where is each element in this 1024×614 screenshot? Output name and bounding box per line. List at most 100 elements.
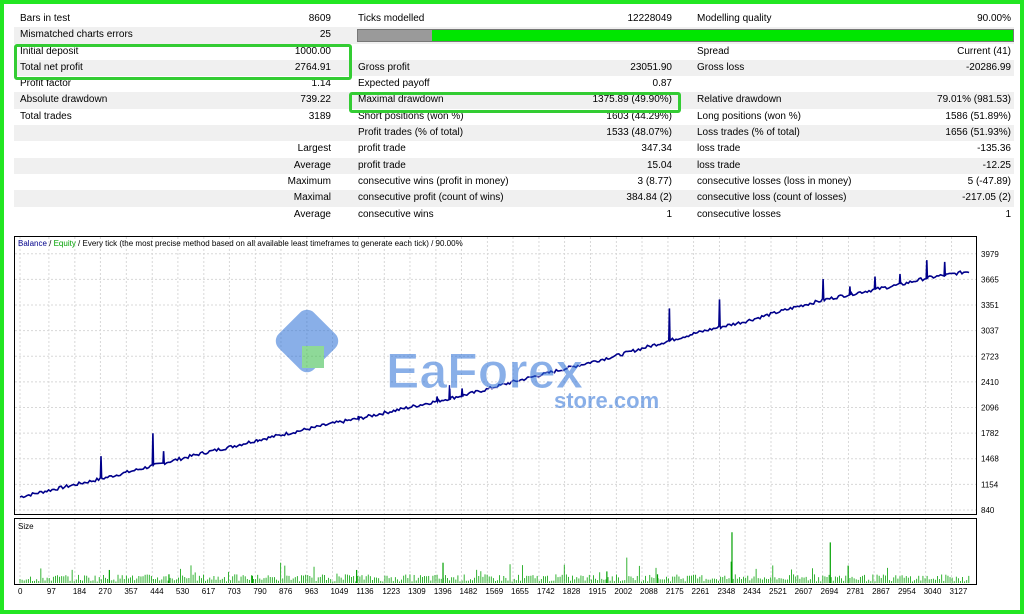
stat-label: consecutive losses [697,208,781,220]
stats-row: Absolute drawdown 739.22 Maximal drawdown 1… [14,92,1014,109]
stat-value: 1603 (44.29%) [606,110,672,122]
x-tick-label: 617 [202,587,216,596]
stat-label: Gross profit [358,61,410,73]
x-tick-label: 2781 [846,587,864,596]
chart-svg: 840 1154 1468 1782 2096 2410 2723 3037 3351 3665 3… [14,236,999,596]
stat-value: 1000.00 [294,45,331,57]
modelling-quality-gap [358,30,432,42]
modelling-quality-bar [357,29,1014,43]
report-frame: Bars in test 8609 Ticks modelled 12228049 Mo… [0,0,1024,614]
y-tick-label: 1782 [981,429,999,438]
stat-label: Absolute drawdown [20,94,108,106]
stat-label: consecutive wins (profit in money) [358,175,509,187]
stat-label: Spread [697,45,730,57]
x-tick-label: 2867 [872,587,890,596]
stat-value: 739.22 [300,94,331,106]
x-tick-label: 2521 [769,587,787,596]
stat-label: Short positions (won %) [358,110,464,122]
legend-separator: / [47,239,54,248]
stats-row: Average profit trade 15.04 loss trade -12.25 [14,157,1014,174]
stat-label: Total trades [20,110,72,122]
x-tick-label: 530 [176,587,190,596]
stats-table: Bars in test 8609 Ticks modelled 12228049 Mo… [14,11,1014,223]
y-tick-label: 2096 [981,403,999,412]
x-tick-label: 2434 [743,587,761,596]
stat-label: profit trade [358,159,406,171]
stat-label: loss trade [697,159,741,171]
balance-chart: 840 1154 1468 1782 2096 2410 2723 3037 3351 3665 3… [14,236,1016,602]
stat-label: Long positions (won %) [697,110,801,122]
stat-value: 1586 (51.89%) [945,110,1011,122]
y-tick-label: 1468 [981,455,999,464]
stat-value: -135.36 [977,143,1011,155]
stat-value: 1 [1005,208,1011,220]
stat-label: Profit trades (% of total) [358,127,464,139]
x-tick-label: 2088 [640,587,658,596]
stat-value: 1533 (48.07%) [606,127,672,139]
x-tick-label: 1049 [330,587,348,596]
x-tick-label: 1828 [563,587,581,596]
stat-value: 347.34 [641,143,672,155]
stat-label: Maximal drawdown [358,94,444,106]
size-panel-label: Size [18,522,34,531]
x-tick-label: 3127 [950,587,968,596]
x-tick-label: 1309 [408,587,426,596]
x-tick-label: 1915 [588,587,606,596]
x-tick-label: 790 [253,587,267,596]
x-tick-label: 1396 [434,587,452,596]
stat-group-label: Maximum [287,175,331,187]
watermark-square-icon [302,346,324,368]
stats-row: Profit trades (% of total) 1533 (48.07%) L… [14,125,1014,142]
stat-label: Ticks modelled [358,13,425,24]
x-tick-label: 3040 [924,587,942,596]
stat-value: 23051.90 [630,61,672,73]
x-tick-label: 963 [305,587,319,596]
stat-label: consecutive wins [358,208,434,220]
x-tick-label: 1482 [459,587,477,596]
stat-value: -12.25 [982,159,1011,171]
chart-legend: Balance / Equity / Every tick (the most … [18,239,463,248]
stat-group-label: Average [293,208,331,220]
stat-value: 3189 [308,110,331,122]
x-tick-label: 1569 [485,587,503,596]
x-tick-label: 2954 [898,587,916,596]
stat-value: 1375.89 (49.90%) [592,94,672,106]
stats-row: Total net profit 2764.91 Gross profit 23051… [14,59,1014,77]
x-tick-label: 97 [47,587,56,596]
size-plot-frame [14,518,977,585]
x-tick-label: 0 [18,587,23,596]
stats-row: Average consecutive wins 1 consecutive loss… [14,207,1014,223]
x-tick-label: 184 [73,587,87,596]
x-tick-label: 444 [150,587,164,596]
stats-row: Largest profit trade 347.34 loss trade -135.… [14,141,1014,157]
stat-label: Expected payoff [358,78,430,90]
x-tick-label: 2348 [717,587,735,596]
x-tick-label: 270 [98,587,112,596]
x-tick-label: 2175 [666,587,684,596]
y-tick-label: 3351 [981,301,999,310]
y-tick-label: 2410 [981,378,999,387]
stat-value: 79.01% (981.53) [937,94,1011,106]
x-tick-label: 2607 [795,587,813,596]
stats-row: Maximal consecutive profit (count of wins… [14,190,1014,207]
y-tick-label: 2723 [981,352,999,361]
stats-row: Profit factor 1.14 Expected payoff 0.87 [14,76,1014,92]
stat-label: Gross loss [697,61,745,73]
stat-value: -20286.99 [965,61,1011,73]
x-tick-label: 1136 [356,587,374,596]
stats-row: Maximum consecutive wins (profit in money… [14,174,1014,190]
stat-label: Initial deposit [20,45,79,57]
stat-label: loss trade [697,143,741,155]
x-tick-label: 1655 [511,587,529,596]
stat-label: profit trade [358,143,406,155]
stat-value: 90.00% [977,13,1011,24]
stat-label: Profit factor [20,78,72,90]
legend-balance: Balance [18,239,47,248]
stats-row: Total trades 3189 Short positions (won %) 1… [14,109,1014,125]
x-tick-label: 2002 [614,587,632,596]
stat-group-label: Average [293,159,331,171]
x-tick-label: 1742 [537,587,555,596]
y-tick-label: 3665 [981,275,999,284]
stat-value: Current (41) [957,45,1011,57]
y-tick-label: 3037 [981,327,999,336]
